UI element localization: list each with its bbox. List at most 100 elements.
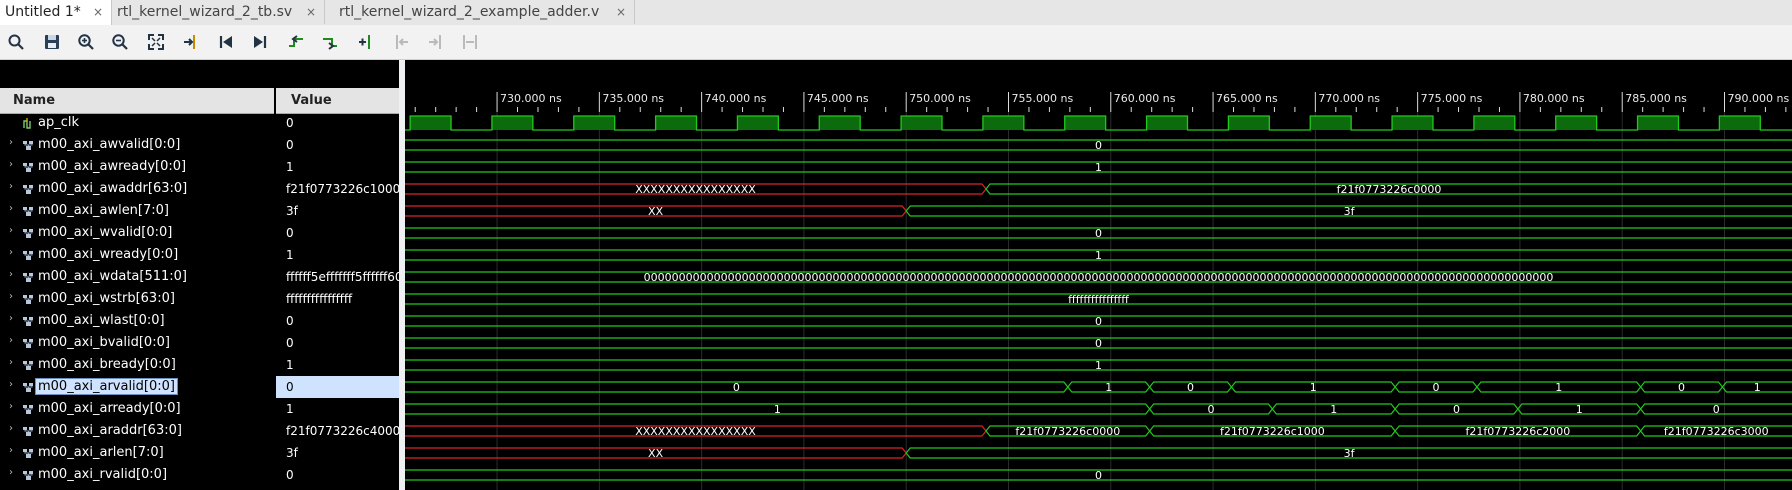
signal-value-text: 0 (286, 116, 294, 130)
add-marker-icon (359, 35, 370, 49)
bus-value-label: f21f0773226c0000 (1015, 425, 1120, 438)
expand-arrow-icon[interactable]: › (9, 269, 13, 280)
value-column-header[interactable]: Value (276, 88, 399, 114)
signal-value-text: 0 (286, 468, 294, 482)
swap-cursors-icon (463, 35, 477, 49)
expand-arrow-icon[interactable]: › (9, 159, 13, 170)
previous-marker-button[interactable] (391, 32, 411, 52)
close-icon[interactable]: × (616, 0, 626, 24)
signal-row[interactable]: › m00_axi_arready[0:0] (0, 398, 274, 420)
signal-row[interactable]: › m00_axi_wvalid[0:0] (0, 222, 274, 244)
previous-marker-icon (396, 35, 408, 49)
expand-arrow-icon[interactable]: › (9, 357, 13, 368)
ruler-label: 770.000 ns (1318, 92, 1380, 105)
next-transition-button[interactable] (320, 32, 340, 52)
waveform-row: 0 1 0 1 0 1 0 1 (405, 381, 1792, 394)
signal-row[interactable]: › m00_axi_wstrb[63:0] (0, 288, 274, 310)
waveform-row: 0000000000000000000000000000000000000000… (405, 271, 1792, 284)
signal-value: 0 (276, 134, 399, 156)
bus-icon (22, 425, 35, 437)
ruler-label: 745.000 ns (807, 92, 869, 105)
signal-row[interactable]: › m00_axi_awvalid[0:0] (0, 134, 274, 156)
signal-name: m00_axi_arlen[7:0] (38, 445, 164, 460)
waveform-row: ffffffffffffffff (405, 293, 1792, 306)
expand-arrow-icon[interactable]: › (9, 137, 13, 148)
signal-row[interactable]: › m00_axi_bvalid[0:0] (0, 332, 274, 354)
signal-row[interactable]: ap_clk (0, 112, 274, 134)
expand-arrow-icon[interactable]: › (9, 423, 13, 434)
ruler-label: 755.000 ns (1011, 92, 1073, 105)
expand-arrow-icon[interactable]: › (9, 379, 13, 390)
go-to-time-0-button[interactable] (216, 32, 236, 52)
signal-name: m00_axi_awlen[7:0] (38, 203, 169, 218)
bus-value-label: 0 (1095, 315, 1102, 328)
expand-arrow-icon[interactable]: › (9, 313, 13, 324)
bus-icon (22, 381, 35, 393)
signal-row[interactable]: › m00_axi_araddr[63:0] (0, 420, 274, 442)
go-to-last-time-button[interactable] (250, 32, 270, 52)
signal-row[interactable]: › m00_axi_wdata[511:0] (0, 266, 274, 288)
add-marker-button[interactable] (356, 32, 376, 52)
save-button[interactable] (42, 32, 62, 52)
bus-value-label: 1 (774, 403, 781, 416)
expand-arrow-icon[interactable]: › (9, 401, 13, 412)
previous-transition-button[interactable] (286, 32, 306, 52)
signal-name: m00_axi_wready[0:0] (38, 247, 179, 262)
signal-row[interactable]: › m00_axi_wready[0:0] (0, 244, 274, 266)
signal-row[interactable]: › m00_axi_awaddr[63:0] (0, 178, 274, 200)
waveform-canvas[interactable]: 730.000 ns 735.000 ns 740.000 ns 745.000 ns… (405, 60, 1792, 490)
bus-value-label: 1 (1105, 381, 1112, 394)
expand-arrow-icon[interactable]: › (9, 467, 13, 478)
signal-value-text: f21f0773226c1000 (286, 182, 399, 196)
signal-row[interactable]: › m00_axi_awready[0:0] (0, 156, 274, 178)
tab-1[interactable]: rtl_kernel_wizard_2_tb.sv × (112, 0, 325, 24)
clock-high-pulse (819, 116, 861, 130)
zoom-in-button[interactable] (76, 32, 96, 52)
next-transition-icon (323, 38, 337, 50)
go-to-cursor-button[interactable] (181, 32, 201, 52)
zoom-out-button[interactable] (110, 32, 130, 52)
signal-value: 1 (276, 156, 399, 178)
signal-row[interactable]: › m00_axi_bready[0:0] (0, 354, 274, 376)
signal-value-text: 0 (286, 138, 294, 152)
signal-row[interactable]: › m00_axi_rvalid[0:0] (0, 464, 274, 486)
signal-name: m00_axi_araddr[63:0] (38, 423, 182, 438)
clock-high-pulse (1555, 116, 1597, 130)
close-icon[interactable]: × (306, 0, 316, 24)
waveform-svg[interactable]: 730.000 ns 735.000 ns 740.000 ns 745.000 ns… (405, 60, 1792, 490)
waveform-row: 1 (405, 359, 1792, 372)
clock-high-pulse (737, 116, 779, 130)
signal-row[interactable]: › m00_axi_arvalid[0:0] (0, 376, 274, 398)
time-ruler[interactable]: 730.000 ns 735.000 ns 740.000 ns 745.000 ns… (414, 92, 1789, 112)
expand-arrow-icon[interactable]: › (9, 181, 13, 192)
expand-arrow-icon[interactable]: › (9, 225, 13, 236)
expand-arrow-icon[interactable]: › (9, 203, 13, 214)
tab-2[interactable]: rtl_kernel_wizard_2_example_adder.v × (334, 0, 635, 24)
signal-row[interactable]: › m00_axi_arlen[7:0] (0, 442, 274, 464)
bus-value-label: f21f0773226c0000 (1337, 183, 1442, 196)
clock-high-pulse (410, 116, 452, 130)
bus-icon (22, 139, 35, 151)
expand-arrow-icon[interactable]: › (9, 445, 13, 456)
expand-arrow-icon[interactable]: › (9, 247, 13, 258)
signal-row[interactable]: › m00_axi_awlen[7:0] (0, 200, 274, 222)
swap-cursors-button[interactable] (460, 32, 480, 52)
tab-0[interactable]: Untitled 1* × (0, 0, 112, 25)
bus-icon (22, 227, 35, 239)
previous-transition-icon (289, 35, 303, 47)
signal-value: 0 (276, 464, 399, 486)
signal-row[interactable]: › m00_axi_wlast[0:0] (0, 310, 274, 332)
go-to-cursor-icon (184, 35, 195, 49)
expand-arrow-icon[interactable]: › (9, 335, 13, 346)
name-column-header[interactable]: Name (0, 88, 274, 114)
tab-label: Untitled 1* (5, 4, 81, 20)
signal-value-text: 0 (286, 314, 294, 328)
close-icon[interactable]: × (93, 0, 103, 24)
bus-value-label: f21f0773226c2000 (1465, 425, 1570, 438)
clock-high-pulse (655, 116, 697, 130)
zoom-fit-button[interactable] (146, 32, 166, 52)
bus-value-label: ffffffffffffffff (1068, 293, 1129, 306)
search-button[interactable] (6, 32, 26, 52)
expand-arrow-icon[interactable]: › (9, 291, 13, 302)
next-marker-button[interactable] (426, 32, 446, 52)
